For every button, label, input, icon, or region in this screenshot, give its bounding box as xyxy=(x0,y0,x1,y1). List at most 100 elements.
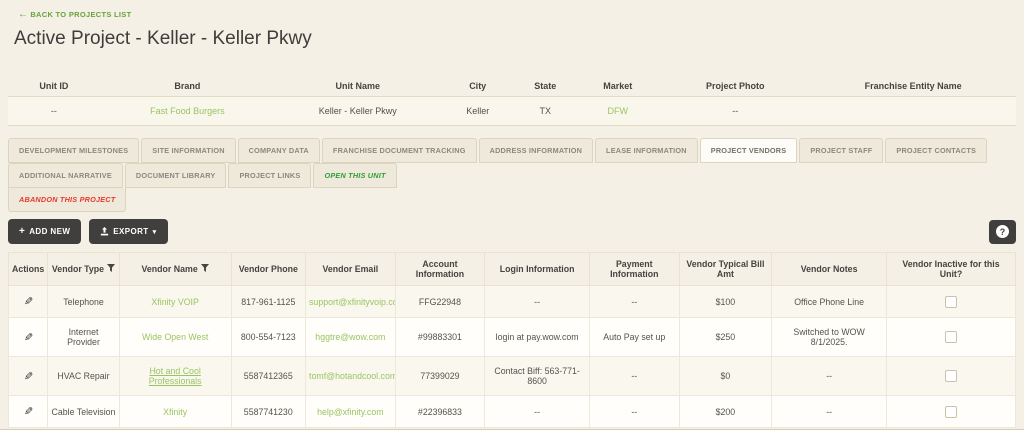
tab-project-vendors[interactable]: PROJECT VENDORS xyxy=(699,138,798,163)
header-payment-information: Payment Information xyxy=(588,252,680,286)
city-value: Keller xyxy=(440,96,515,126)
toolbar: + ADD NEW EXPORT ▾ ? xyxy=(8,219,1016,244)
back-to-projects-link[interactable]: ← BACK TO PROJECTS LIST xyxy=(18,9,132,20)
vendor-name-link[interactable]: Xfinity xyxy=(163,407,187,417)
vendor-name-label: Vendor Name xyxy=(141,264,198,274)
table-row: ✎ Telephone Xfinity VOIP 817-961-1125 su… xyxy=(7,285,1016,318)
vendor-type-label: Vendor Type xyxy=(51,264,105,274)
header-vendor-type: Vendor Type xyxy=(47,252,120,286)
vendor-type-cell: Cable Television xyxy=(47,395,120,428)
unit-table-row: -- Fast Food Burgers Keller - Keller Pkw… xyxy=(8,96,1016,126)
vendor-type-cell: Telephone xyxy=(47,285,120,318)
payment-cell: Auto Pay set up xyxy=(588,317,680,357)
vendor-email-link[interactable]: hggtre@wow.com xyxy=(315,332,385,342)
export-icon xyxy=(100,227,109,236)
unit-name-value: Keller - Keller Pkwy xyxy=(275,96,441,126)
header-actions: Actions xyxy=(7,252,49,286)
vendors-header-row: Actions Vendor Type Vendor Name Vendor P… xyxy=(7,252,1016,286)
tab-project-contacts[interactable]: PROJECT CONTACTS xyxy=(885,138,988,163)
vendor-inactive-checkbox[interactable] xyxy=(945,405,957,418)
tab-project-staff[interactable]: PROJECT STAFF xyxy=(799,138,884,163)
notes-cell: Office Phone Line xyxy=(771,285,888,318)
tab-site-information[interactable]: SITE INFORMATION xyxy=(141,138,236,163)
tab-development-milestones[interactable]: DEVELOPMENT MILESTONES xyxy=(8,138,140,163)
brand-link[interactable]: Fast Food Burgers xyxy=(150,106,225,116)
header-vendor-notes: Vendor Notes xyxy=(771,252,888,286)
add-new-label: ADD NEW xyxy=(29,227,71,236)
payment-cell: -- xyxy=(588,285,680,318)
unit-header-unit-name: Unit Name xyxy=(335,81,381,91)
login-cell: Contact Biff: 563-771-8600 xyxy=(484,356,590,396)
vendor-inactive-checkbox[interactable] xyxy=(945,370,957,382)
vendor-phone-cell: 800-554-7123 xyxy=(230,317,307,357)
page-container: ← BACK TO PROJECTS LIST Active Project -… xyxy=(0,0,1024,430)
header-vendor-inactive: Vendor Inactive for this Unit? xyxy=(886,252,1016,286)
header-vendor-email: Vendor Email xyxy=(305,252,396,286)
project-photo-value: -- xyxy=(660,96,811,126)
vendor-phone-cell: 5587412365 xyxy=(230,356,307,396)
unit-header-city: City xyxy=(469,81,487,91)
account-cell: 77399029 xyxy=(394,356,486,396)
filter-icon[interactable] xyxy=(200,264,209,274)
tab-document-library[interactable]: DOCUMENT LIBRARY xyxy=(124,163,227,188)
vendor-inactive-checkbox[interactable] xyxy=(945,295,957,308)
vendor-name-link[interactable]: Hot and Cool Professionals xyxy=(149,366,202,386)
tab-abandon-this-project[interactable]: ABANDON THIS PROJECT xyxy=(8,188,127,212)
vendor-name-link[interactable]: Wide Open West xyxy=(142,332,208,342)
unit-table-header-row: Unit ID Brand Unit Name City State Marke… xyxy=(8,76,1016,97)
login-cell: login at pay.wow.com xyxy=(484,317,590,357)
edit-pencil-icon[interactable]: ✎ xyxy=(24,405,33,418)
payment-cell: -- xyxy=(588,395,680,428)
question-mark-icon: ? xyxy=(996,225,1009,238)
vendor-name-link[interactable]: Xfinity VOIP xyxy=(151,297,198,307)
tab-open-this-unit[interactable]: OPEN THIS UNIT xyxy=(313,163,397,188)
add-new-button[interactable]: + ADD NEW xyxy=(8,219,82,244)
tab-address-information[interactable]: ADDRESS INFORMATION xyxy=(478,138,594,163)
bill-amt-cell: $100 xyxy=(678,285,773,318)
vendor-email-link[interactable]: help@xfinity.com xyxy=(317,407,383,417)
notes-cell: Switched to WOW 8/1/2025. xyxy=(771,317,888,357)
header-vendor-phone: Vendor Phone xyxy=(230,252,307,286)
notes-cell: -- xyxy=(771,395,888,428)
edit-pencil-icon[interactable]: ✎ xyxy=(24,295,33,308)
vendor-inactive-checkbox[interactable] xyxy=(945,331,957,343)
filter-icon[interactable] xyxy=(107,264,116,274)
vendor-email-link[interactable]: tomf@hotandcool.com xyxy=(309,371,394,381)
header-vendor-name: Vendor Name xyxy=(118,252,232,286)
edit-pencil-icon[interactable]: ✎ xyxy=(24,370,33,383)
tab-bar: DEVELOPMENT MILESTONES SITE INFORMATION … xyxy=(8,138,1016,188)
vendor-phone-cell: 5587741230 xyxy=(230,395,307,428)
unit-header-market: Market xyxy=(603,81,633,91)
tab-franchise-document-tracking[interactable]: FRANCHISE DOCUMENT TRACKING xyxy=(321,138,477,163)
tab-project-links[interactable]: PROJECT LINKS xyxy=(228,163,312,188)
account-cell: #22396833 xyxy=(394,395,486,428)
back-link-label: BACK TO PROJECTS LIST xyxy=(30,10,132,19)
tab-bar-second-row: ABANDON THIS PROJECT xyxy=(8,188,1016,212)
header-vendor-typical-bill-amt: Vendor Typical Bill Amt xyxy=(678,252,773,286)
tab-additional-narrative[interactable]: ADDITIONAL NARRATIVE xyxy=(8,163,123,188)
help-button[interactable]: ? xyxy=(989,219,1016,244)
login-cell: -- xyxy=(484,395,590,428)
vendor-email-link[interactable]: support@xfinityvoip.com xyxy=(309,297,394,307)
unit-header-unit-id: Unit ID xyxy=(39,81,69,91)
chevron-down-icon: ▾ xyxy=(152,228,157,236)
unit-header-brand: Brand xyxy=(174,81,201,91)
edit-pencil-icon[interactable]: ✎ xyxy=(24,331,33,344)
back-arrow-icon: ← xyxy=(18,9,29,20)
franchise-entity-value xyxy=(810,96,1016,126)
account-cell: #99883301 xyxy=(394,317,486,357)
plus-icon: + xyxy=(19,225,26,237)
login-cell: -- xyxy=(484,285,590,318)
export-button[interactable]: EXPORT ▾ xyxy=(89,219,168,244)
tab-company-data[interactable]: COMPANY DATA xyxy=(237,138,320,163)
unit-header-project-photo: Project Photo xyxy=(705,81,765,91)
table-row: ✎ Cable Television Xfinity 5587741230 he… xyxy=(7,395,1016,428)
state-value: TX xyxy=(514,96,576,126)
table-row: ✎ Internet Provider Wide Open West 800-5… xyxy=(7,317,1016,357)
header-login-information: Login Information xyxy=(484,252,590,286)
tab-lease-information[interactable]: LEASE INFORMATION xyxy=(595,138,698,163)
header-account-information: Account Information xyxy=(394,252,486,286)
vendors-table: Actions Vendor Type Vendor Name Vendor P… xyxy=(7,252,1016,428)
market-link[interactable]: DFW xyxy=(608,106,629,116)
notes-cell: -- xyxy=(771,356,888,396)
